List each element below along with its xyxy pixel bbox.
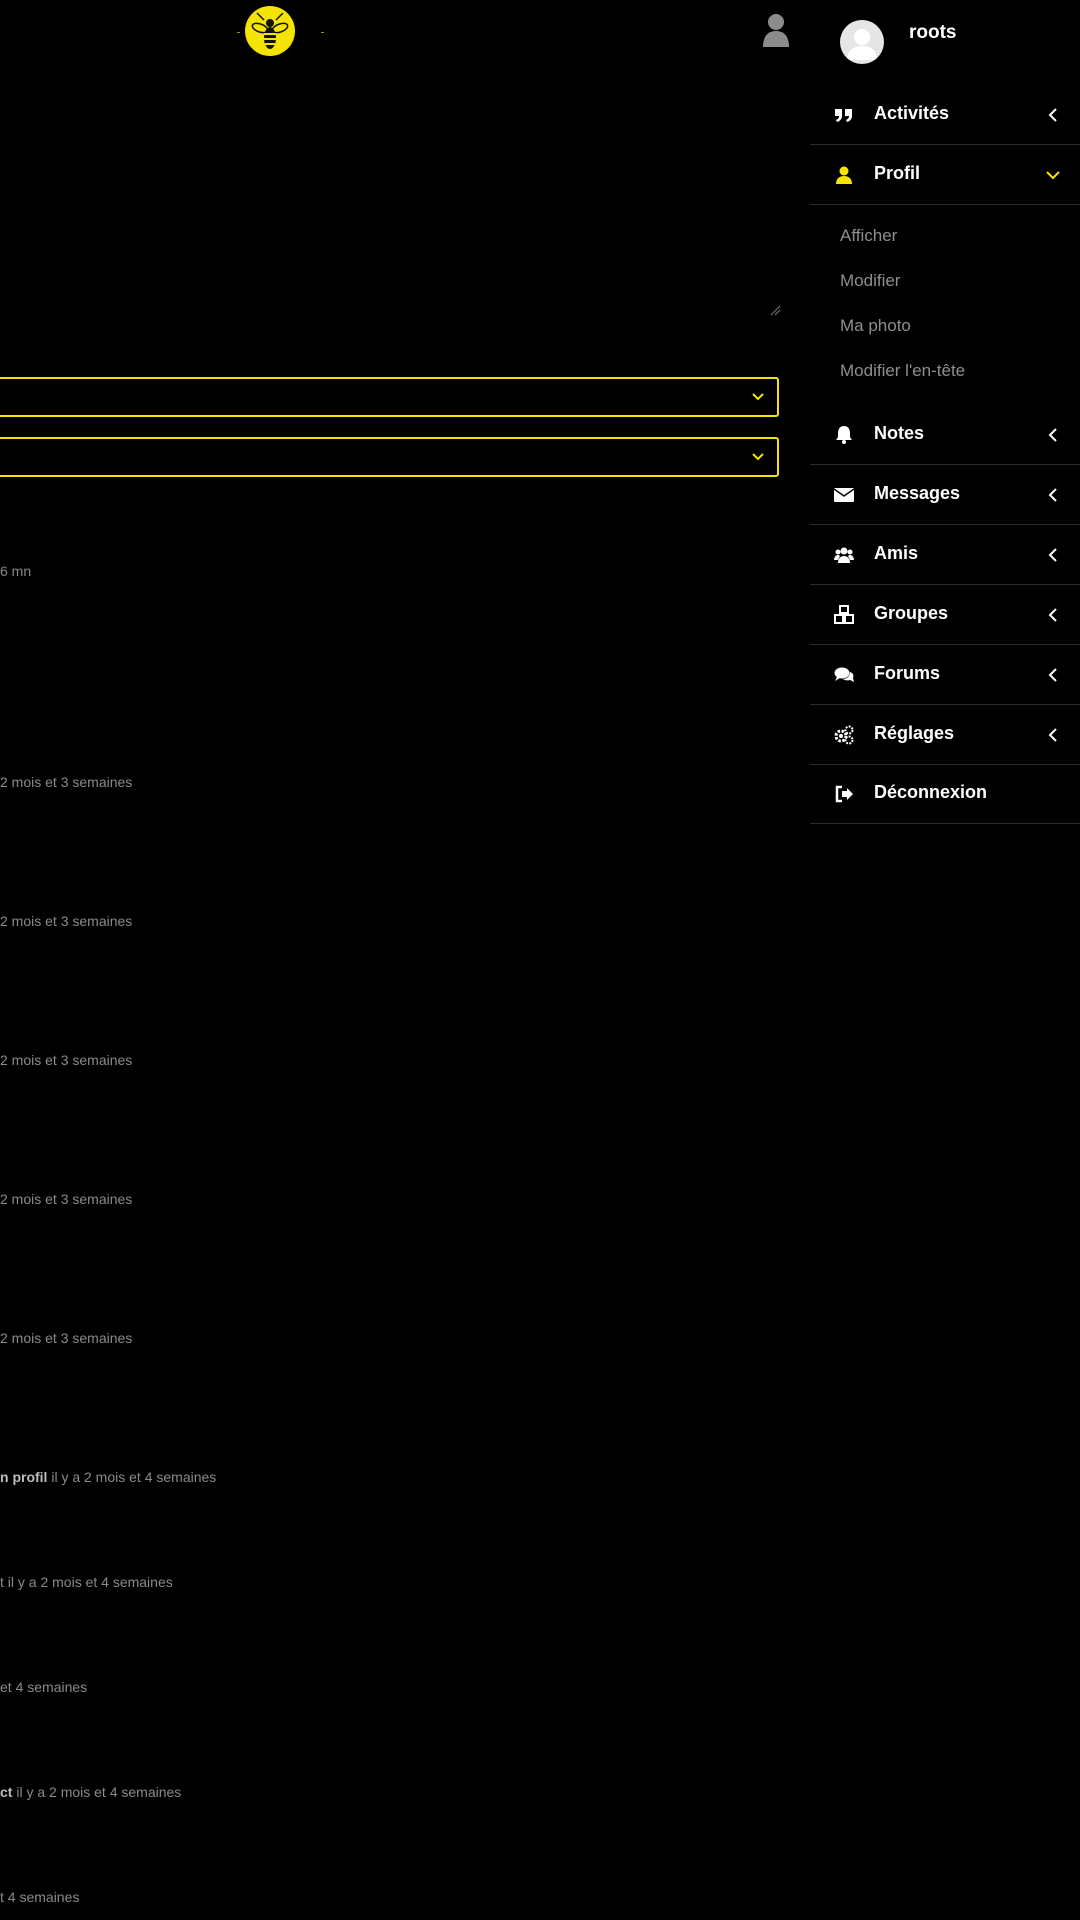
sidebar-item-amis[interactable]: Amis [810, 525, 1080, 585]
activity-timestamp: t il y a 2 mois et 4 semaines [0, 1574, 173, 1590]
sidebar-item-profil[interactable]: Profil [810, 145, 1080, 205]
chevron-left-icon [1048, 728, 1057, 742]
gears-icon [834, 725, 854, 745]
activity-timestamp: 2 mois et 3 semaines [0, 1052, 133, 1068]
bee-logo-icon[interactable] [245, 6, 295, 56]
user-icon[interactable] [761, 13, 791, 47]
username[interactable]: roots [909, 22, 957, 44]
sidebar-item-label: Déconnexion [874, 782, 988, 802]
sign-out-icon [835, 785, 853, 803]
submenu-modifier[interactable]: Modifier [840, 271, 900, 291]
chevron-left-icon [1048, 548, 1057, 562]
avatar[interactable] [840, 20, 884, 64]
filter-select[interactable] [0, 437, 779, 477]
quote-icon [835, 109, 852, 122]
textarea-resize-handle[interactable] [769, 303, 781, 316]
chevron-left-icon [1048, 488, 1057, 502]
sidebar-item-reglages[interactable]: Réglages [810, 705, 1080, 765]
sidebar-item-forums[interactable]: Forums [810, 645, 1080, 705]
comments-icon [834, 667, 854, 682]
chevron-left-icon [1048, 108, 1057, 122]
main-content: 6 mn 2 mois et 3 semaines 2 mois et 3 se… [0, 0, 810, 1920]
sidebar-item-label: Amis [874, 543, 919, 563]
activity-timestamp: ct il y a 2 mois et 4 semaines [0, 1784, 182, 1800]
submenu-ma-photo[interactable]: Ma photo [840, 316, 911, 336]
sidebar-item-label: Messages [874, 483, 961, 503]
chevron-left-icon [1048, 428, 1057, 442]
envelope-icon [834, 488, 854, 502]
submenu-afficher[interactable]: Afficher [840, 226, 897, 246]
sidebar-item-messages[interactable]: Messages [810, 465, 1080, 525]
logo-decoration [321, 32, 324, 33]
sidebar-item-label: Profil [874, 163, 921, 183]
activity-timestamp: t 4 semaines [0, 1889, 80, 1905]
chevron-down-icon [1046, 171, 1060, 180]
sidebar-item-deconnexion[interactable]: Déconnexion [810, 764, 1080, 824]
sidebar-item-label: Notes [874, 423, 925, 443]
filter-select[interactable] [0, 377, 779, 417]
sidebar-item-label: Activités [874, 103, 950, 123]
activity-timestamp: 2 mois et 3 semaines [0, 1191, 133, 1207]
sidebar-item-notes[interactable]: Notes [810, 405, 1080, 465]
chevron-left-icon [1048, 608, 1057, 622]
activity-timestamp: et 4 semaines [0, 1679, 88, 1695]
activity-timestamp: 6 mn [0, 563, 32, 579]
sidebar-item-label: Groupes [874, 603, 949, 623]
logo-decoration [237, 32, 240, 33]
activity-timestamp: 2 mois et 3 semaines [0, 1330, 133, 1346]
users-icon [834, 547, 854, 563]
submenu-modifier-entete[interactable]: Modifier l'en-tête [840, 361, 965, 381]
sidebar: roots Activités Profil Afficher Modifier… [810, 0, 1080, 1920]
activity-timestamp: 2 mois et 3 semaines [0, 774, 133, 790]
bell-icon [836, 426, 852, 444]
activity-timestamp: n profil il y a 2 mois et 4 semaines [0, 1469, 217, 1485]
sidebar-item-label: Forums [874, 663, 941, 683]
sidebar-item-activites[interactable]: Activités [810, 85, 1080, 145]
cubes-icon [834, 605, 854, 624]
user-icon [836, 166, 852, 184]
sidebar-item-groupes[interactable]: Groupes [810, 585, 1080, 645]
chevron-down-icon [752, 393, 764, 401]
chevron-down-icon [752, 453, 764, 461]
sidebar-item-label: Réglages [874, 723, 955, 743]
chevron-left-icon [1048, 668, 1057, 682]
activity-timestamp: 2 mois et 3 semaines [0, 913, 133, 929]
